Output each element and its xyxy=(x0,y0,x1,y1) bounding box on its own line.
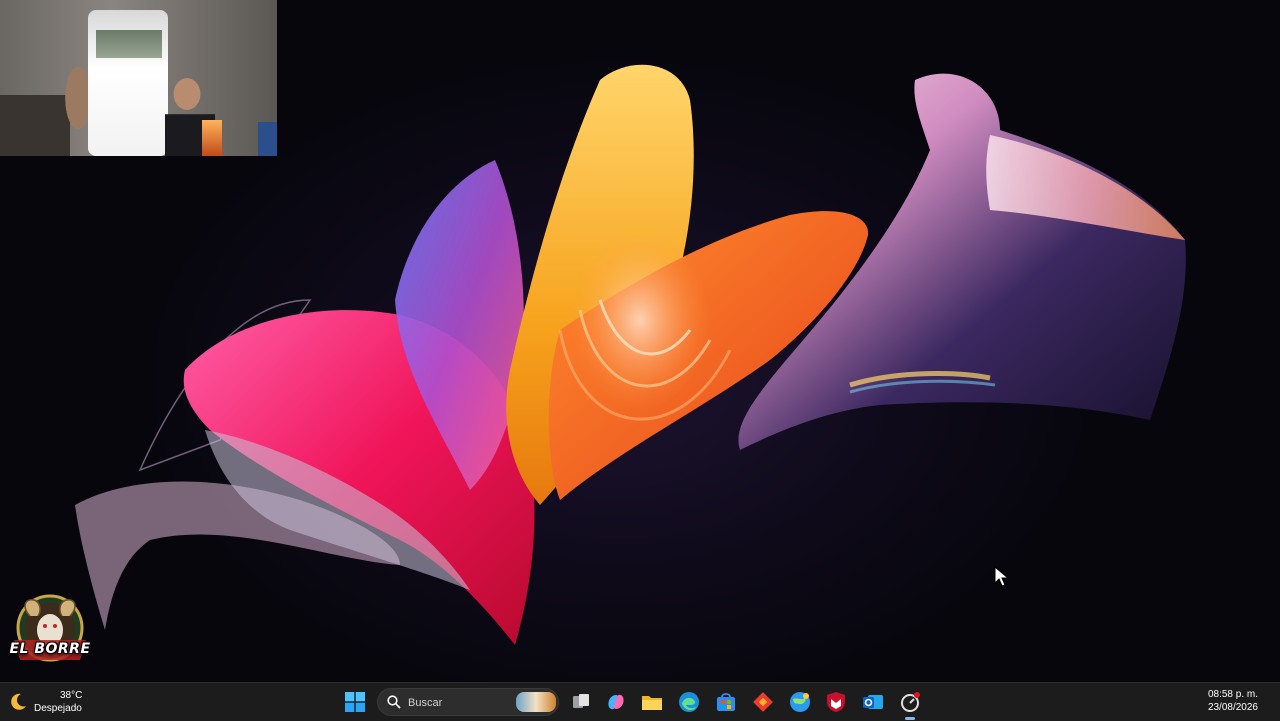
search-icon xyxy=(387,695,401,709)
store-button[interactable] xyxy=(714,690,738,714)
search-highlight-image xyxy=(516,692,556,712)
edge-button[interactable] xyxy=(677,690,701,714)
mouse-cursor-icon xyxy=(994,566,1010,587)
start-button[interactable] xyxy=(343,690,367,714)
file-explorer-button[interactable] xyxy=(640,690,664,714)
copilot-icon xyxy=(608,694,624,710)
system-clock[interactable]: 08:58 p. m. 23/08/2026 xyxy=(1208,688,1258,714)
recording-icon xyxy=(901,692,920,712)
outlook-icon xyxy=(863,695,883,709)
store-icon xyxy=(717,693,735,711)
folder-icon xyxy=(642,696,662,710)
browser-button[interactable] xyxy=(788,690,812,714)
windows-logo-icon xyxy=(345,692,365,712)
search-box[interactable] xyxy=(377,688,559,716)
mcafee-button[interactable] xyxy=(824,690,848,714)
desktop: EL BORRE xyxy=(0,0,1280,682)
clock-date: 23/08/2026 xyxy=(1207,702,1258,713)
task-view-button[interactable] xyxy=(569,690,593,714)
search-input[interactable] xyxy=(406,694,520,712)
anydesk-button[interactable] xyxy=(751,690,775,714)
task-view-icon xyxy=(573,694,589,708)
taskbar: 38°C Despejado Buscar 08:58 p. m. 23/08/… xyxy=(0,682,1280,721)
mcafee-shield-icon xyxy=(827,692,845,712)
ram-emblem-icon xyxy=(14,594,86,662)
moon-icon xyxy=(11,693,26,710)
webcam-overlay xyxy=(0,0,277,156)
outlook-button[interactable] xyxy=(861,690,885,714)
edge-icon xyxy=(679,692,699,712)
copilot-button[interactable] xyxy=(604,690,628,714)
channel-logo: EL BORRE xyxy=(4,590,96,678)
weather-widget[interactable]: 38°C Despejado xyxy=(8,688,82,716)
clock-time: 08:58 p. m. xyxy=(1207,689,1258,700)
recording-app-button[interactable] xyxy=(898,690,922,714)
anydesk-icon xyxy=(753,692,773,712)
weather-temperature: 38°C xyxy=(60,690,83,701)
weather-condition: Despejado xyxy=(34,703,82,714)
logo-text: EL BORRE xyxy=(9,641,91,657)
globe-icon xyxy=(790,692,810,712)
